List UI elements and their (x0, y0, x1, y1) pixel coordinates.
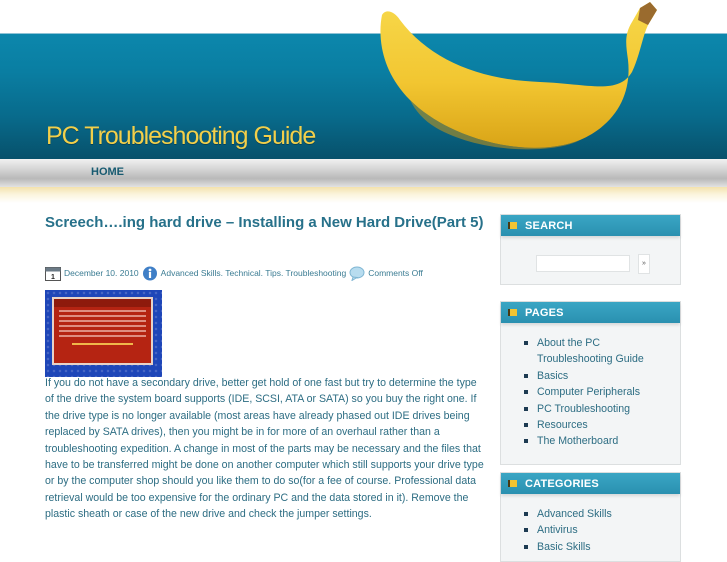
post-thumbnail (45, 290, 162, 377)
pages-list: About the PC Troubleshooting Guide Basic… (501, 323, 680, 450)
page-link[interactable]: About the PC Troubleshooting Guide (537, 337, 644, 365)
post-title[interactable]: Screech….ing hard drive – Installing a N… (45, 212, 485, 234)
info-icon (142, 266, 157, 280)
post-body: If you do not have a secondary drive, be… (45, 377, 484, 521)
page-item: Computer Peripherals (501, 384, 657, 400)
category-link[interactable]: Antivirus (537, 524, 578, 536)
category-item: Advanced Skills (501, 506, 657, 522)
nav-shadow (0, 187, 727, 203)
page-item: Basics (501, 368, 657, 384)
error-dialog-graphic (52, 297, 153, 365)
widget-title: PAGES (525, 306, 564, 319)
bullet-square-icon (508, 309, 517, 316)
bullet-square-icon (508, 480, 517, 487)
banana-image (380, 2, 657, 150)
widget-title: CATEGORIES (525, 477, 599, 490)
post-date: December 10. 2010 (64, 268, 139, 278)
calendar-icon: 1 (45, 266, 61, 281)
category-item: Basic Skills (501, 539, 657, 555)
category-link[interactable]: Advanced Skills (537, 508, 612, 520)
page-item: The Motherboard (501, 433, 657, 449)
category-link[interactable]: Basic Skills (537, 541, 591, 553)
widget-header: CATEGORIES (501, 473, 680, 494)
nav-item-home[interactable]: HOME (91, 166, 124, 178)
bullet-square-icon (508, 222, 517, 229)
search-input[interactable] (536, 255, 630, 272)
page-link[interactable]: PC Troubleshooting (537, 403, 630, 415)
search-widget: SEARCH » (500, 214, 681, 285)
categories-widget: CATEGORIES Advanced Skills Antivirus Bas… (500, 472, 681, 562)
pages-widget: PAGES About the PC Troubleshooting Guide… (500, 301, 681, 465)
page-link[interactable]: Computer Peripherals (537, 386, 640, 398)
svg-text:1: 1 (51, 274, 55, 281)
site-title[interactable]: PC Troubleshooting Guide (46, 122, 316, 151)
post-comments[interactable]: Comments Off (368, 268, 423, 278)
widget-header: SEARCH (501, 215, 680, 236)
widget-title: SEARCH (525, 219, 573, 232)
categories-list: Advanced Skills Antivirus Basic Skills (501, 494, 680, 555)
page-item: PC Troubleshooting (501, 401, 657, 417)
page-item: About the PC Troubleshooting Guide (501, 335, 657, 368)
page-link[interactable]: Basics (537, 370, 568, 382)
category-item: Antivirus (501, 522, 657, 538)
post-categories[interactable]: Advanced Skills. Technical. Tips. Troubl… (161, 268, 347, 278)
speech-bubble-icon (349, 266, 365, 281)
search-button[interactable]: » (638, 254, 650, 274)
page-link[interactable]: Resources (537, 419, 588, 431)
post-meta: 1 December 10. 2010 Advanced Skills. Tec… (45, 265, 426, 281)
page-item: Resources (501, 417, 657, 433)
page-link[interactable]: The Motherboard (537, 435, 618, 447)
widget-header: PAGES (501, 302, 680, 323)
